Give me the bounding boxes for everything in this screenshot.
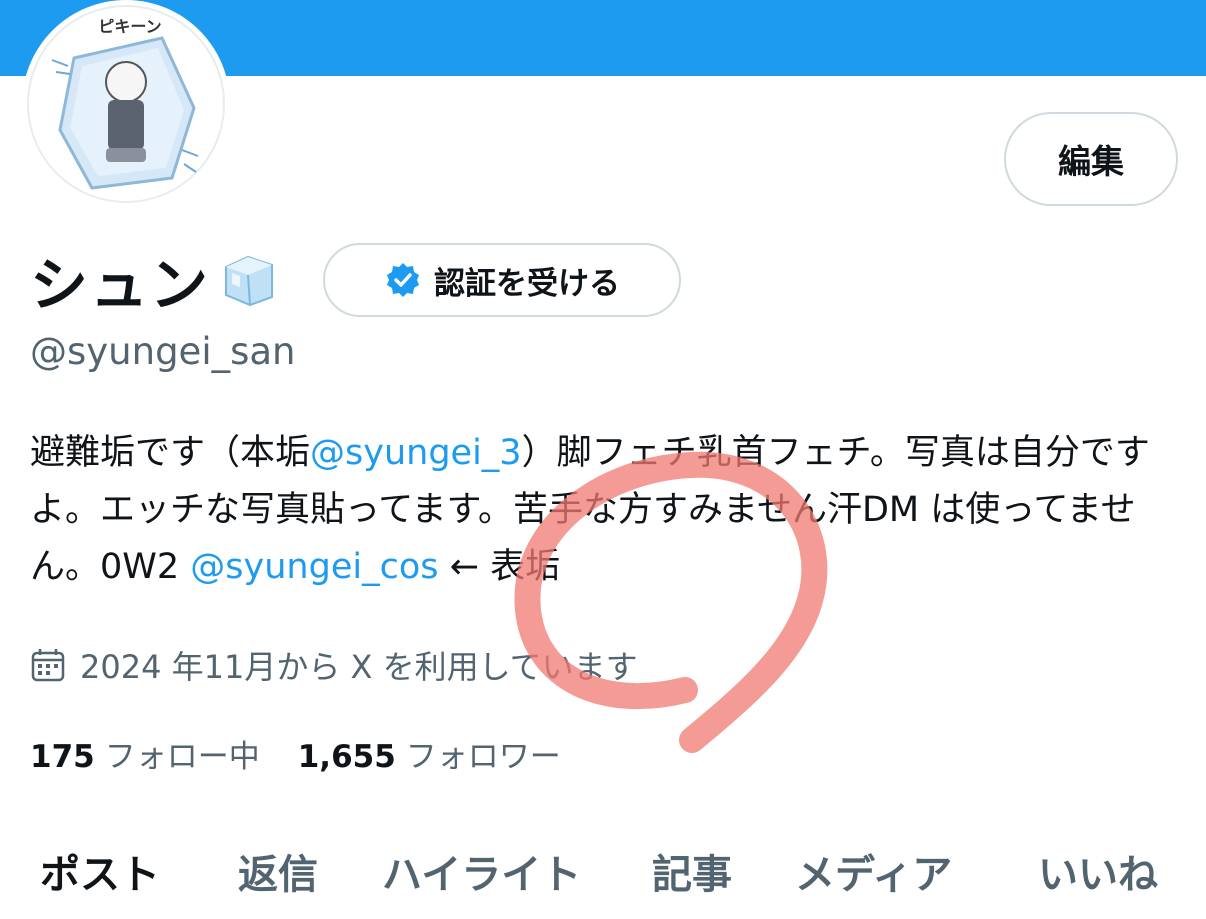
tab-posts[interactable]: ポスト (40, 835, 160, 907)
mention-link[interactable]: @syungei_cos (190, 547, 438, 587)
followers-label: フォロワー (405, 738, 561, 775)
followers-count: 1,655 (297, 738, 396, 775)
avatar[interactable]: ピキーン (22, 0, 230, 208)
bio-text: 避難垢です（本垢 (30, 433, 311, 473)
tab-likes[interactable]: いいね (1038, 835, 1158, 907)
verified-badge-icon (387, 263, 419, 297)
ice-cube-icon (225, 255, 274, 307)
edit-profile-button[interactable]: 編集 (1004, 112, 1178, 206)
followers-link[interactable]: 1,655 フォロワー (298, 731, 561, 776)
calendar-icon (31, 649, 65, 682)
bio-text: ← 表垢 (449, 547, 561, 587)
profile-tabs: ポスト 返信 ハイライト 記事 メディア いいね (0, 835, 1206, 907)
tab-replies[interactable]: 返信 (238, 835, 318, 907)
following-label: フォロー中 (104, 738, 260, 775)
get-verified-button[interactable]: 認証を受ける (323, 243, 681, 317)
display-name: シュン (30, 251, 211, 319)
tab-highlights[interactable]: ハイライト (382, 835, 581, 907)
following-link[interactable]: 175 フォロー中 (30, 731, 260, 776)
avatar-image: ピキーン (27, 5, 225, 203)
tab-articles[interactable]: 記事 (652, 835, 732, 907)
join-date-text: 2024 年11月から X を利用しています (80, 648, 638, 686)
user-handle: @syungei_san (30, 330, 296, 373)
following-count: 175 (30, 738, 95, 775)
display-name-row: シュン (30, 238, 278, 322)
get-verified-label: 認証を受ける (434, 265, 620, 302)
mention-link[interactable]: @syungei_3 (310, 433, 522, 473)
follow-stats: 175 フォロー中 1,655 フォロワー (30, 728, 561, 778)
tab-media[interactable]: メディア (795, 835, 952, 907)
profile-bio: 避難垢です（本垢@syungei_3）脚フェチ乳首フェチ。写真は自分ですよ。エッ… (30, 425, 1180, 596)
avatar-caption: ピキーン (98, 17, 161, 36)
join-date: 2024 年11月から X を利用しています (30, 640, 638, 690)
